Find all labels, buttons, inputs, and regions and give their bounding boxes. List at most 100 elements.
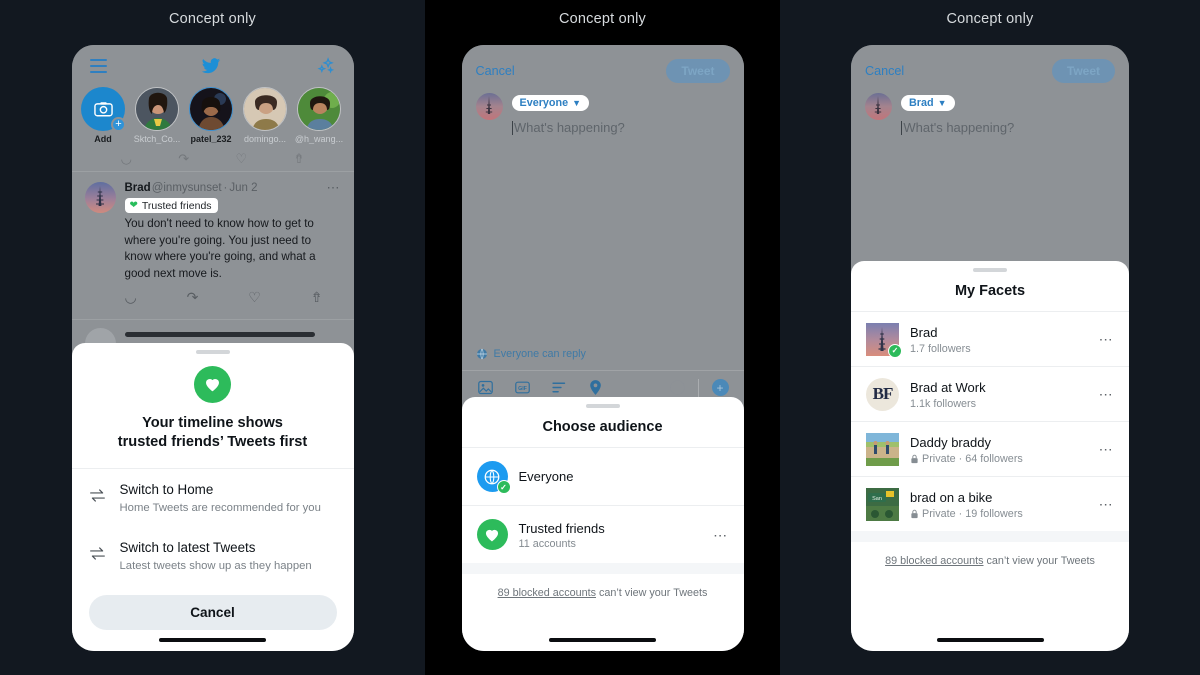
- retweet-icon[interactable]: ↷: [187, 289, 199, 306]
- tweet-author-handle[interactable]: @inmysunset: [152, 182, 222, 194]
- location-icon[interactable]: [588, 379, 603, 396]
- tweet-date[interactable]: Jun 2: [229, 182, 257, 194]
- more-horizontal-icon[interactable]: ⋯: [1099, 442, 1114, 456]
- compose-placeholder: What's happening?: [513, 120, 625, 135]
- compose-input[interactable]: What's happening?: [511, 120, 730, 135]
- more-horizontal-icon[interactable]: ⋯: [713, 528, 728, 542]
- more-horizontal-icon[interactable]: ⋯: [327, 181, 341, 194]
- svg-text:GIF: GIF: [518, 386, 528, 392]
- composer-fields: Everyone ▼ What's happening?: [511, 93, 730, 135]
- sheet-band: [851, 531, 1129, 542]
- facet-row-daddy-braddy[interactable]: Daddy braddy Private · 64 followers ⋯: [851, 422, 1129, 476]
- facet-row-brad[interactable]: ✓ Brad 1.7 followers ⋯: [851, 312, 1129, 366]
- avatar: [189, 87, 233, 131]
- chevron-down-icon: ▼: [572, 98, 582, 108]
- switch-to-home-option[interactable]: Switch to Home Home Tweets are recommend…: [72, 469, 354, 527]
- compose-input[interactable]: What's happening?: [901, 120, 1115, 135]
- facet-row-text: brad on a bike Private · 19 followers: [910, 489, 1023, 520]
- story-item-4[interactable]: @h_wang...: [294, 87, 345, 144]
- blocked-accounts-link[interactable]: 89 blocked accounts: [498, 587, 596, 599]
- audience-row-everyone[interactable]: ✓ Everyone: [462, 448, 744, 505]
- like-icon[interactable]: ♡: [248, 289, 261, 306]
- reply-icon[interactable]: ◡: [121, 152, 132, 165]
- photo-sign-icon: San: [866, 487, 899, 521]
- badge-label: Trusted friends: [141, 199, 212, 212]
- gif-icon[interactable]: GIF: [514, 379, 531, 396]
- tweet-card[interactable]: Brad @inmysunset · Jun 2 ⋯ ❤ Trusted fri…: [72, 172, 354, 310]
- avatar[interactable]: [84, 182, 116, 213]
- audience-row-trusted-friends[interactable]: Trusted friends 11 accounts ⋯: [462, 506, 744, 563]
- tweet-author-name[interactable]: Brad: [125, 182, 151, 194]
- reply-icon[interactable]: ◡: [125, 289, 137, 306]
- avatar[interactable]: [475, 93, 503, 120]
- facet-subtitle-text: Private · 19 followers: [922, 507, 1023, 520]
- retweet-icon[interactable]: ↷: [178, 152, 189, 165]
- camera-icon[interactable]: +: [81, 87, 126, 132]
- poll-icon[interactable]: [551, 379, 568, 396]
- facet-row-brad-at-work[interactable]: BF Brad at Work 1.1k followers ⋯: [851, 367, 1129, 421]
- twitter-bird-icon[interactable]: [199, 56, 223, 76]
- audience-name: Everyone: [518, 469, 574, 484]
- more-horizontal-icon[interactable]: ⋯: [1099, 332, 1114, 346]
- phone-mockup-3: Cancel Tweet Brad ▼ What's happening? My…: [851, 45, 1129, 651]
- more-horizontal-icon[interactable]: ⋯: [1099, 387, 1114, 401]
- partial-tweet-actions: ◡ ↷ ♡ ⇮: [72, 152, 354, 167]
- avatar[interactable]: [865, 93, 892, 120]
- story-add[interactable]: + Add: [78, 87, 129, 144]
- facet-name: brad on a bike: [910, 489, 993, 505]
- cancel-link[interactable]: Cancel: [476, 64, 515, 78]
- composer-body: Brad ▼ What's happening?: [851, 83, 1129, 135]
- like-icon[interactable]: ♡: [235, 152, 247, 165]
- sheet-title: My Facets: [954, 283, 1026, 299]
- story-label-4: @h_wang...: [294, 134, 344, 144]
- reply-permission-row[interactable]: Everyone can reply: [462, 348, 744, 360]
- concept-label-2: Concept only: [558, 11, 647, 27]
- plus-circle-icon[interactable]: +: [711, 379, 729, 396]
- cancel-button[interactable]: Cancel: [88, 595, 337, 630]
- tweet-button[interactable]: Tweet: [1051, 59, 1115, 83]
- avatar-image: [475, 93, 503, 120]
- audience-subtitle: 11 accounts: [518, 537, 576, 550]
- sparkle-icon[interactable]: [316, 56, 336, 76]
- story-label-0: Add: [94, 134, 112, 144]
- status-badge: ❤ Trusted friends: [124, 198, 218, 213]
- avatar: [243, 87, 287, 131]
- facet-row-brad-on-a-bike[interactable]: San brad on a bike: [851, 477, 1129, 531]
- tweet-button[interactable]: Tweet: [666, 59, 730, 83]
- story-item-1[interactable]: Sktch_Co...: [132, 87, 183, 144]
- image-icon[interactable]: [477, 379, 494, 396]
- blocked-note-rest: can’t view your Tweets: [983, 555, 1095, 567]
- story-label-1: Sktch_Co...: [133, 134, 181, 144]
- timeline-topbar: [72, 45, 354, 87]
- share-icon[interactable]: ⇮: [311, 289, 323, 306]
- phone-mockup-2: Cancel Tweet Everyone ▼ What's happening…: [461, 45, 744, 651]
- avatar-image: [865, 93, 892, 120]
- heart-icon: [476, 519, 508, 550]
- avatar: ✓: [866, 322, 902, 358]
- hamburger-icon[interactable]: [89, 58, 107, 74]
- avatar-image: [866, 432, 899, 470]
- progress-ring-icon: [669, 380, 685, 395]
- lock-icon: [911, 509, 918, 518]
- stories-row[interactable]: + Add Sktch_Co... patel_232 domingo... @…: [72, 87, 354, 153]
- sheet-title-line1: Your timeline shows: [142, 415, 283, 431]
- panel-timeline: Concept only + Add Sktch_Co... patel_232…: [0, 0, 425, 675]
- composer-topbar: Cancel Tweet: [851, 45, 1129, 83]
- more-horizontal-icon[interactable]: ⋯: [1099, 497, 1114, 511]
- switch-to-latest-option[interactable]: Switch to latest Tweets Latest tweets sh…: [72, 527, 354, 585]
- sheet-footer: [72, 638, 354, 651]
- story-item-2[interactable]: patel_232: [186, 87, 237, 144]
- audience-row-text: Trusted friends 11 accounts: [519, 520, 605, 550]
- audience-selector-pill[interactable]: Everyone ▼: [511, 95, 590, 111]
- share-icon[interactable]: ⇮: [293, 152, 304, 165]
- cancel-link[interactable]: Cancel: [865, 64, 904, 78]
- facet-subtitle: Private · 19 followers: [910, 508, 1023, 520]
- avatar: [866, 432, 899, 466]
- blocked-accounts-link[interactable]: 89 blocked accounts: [885, 555, 983, 567]
- plus-badge-icon: +: [111, 117, 126, 132]
- sheet-title: Choose audience: [542, 419, 663, 435]
- sheet-band: [461, 563, 744, 574]
- audience-selector-pill[interactable]: Brad ▼: [901, 95, 955, 111]
- story-item-3[interactable]: domingo...: [240, 87, 291, 144]
- sheet-title-line2: trusted friends’ Tweets first: [117, 434, 308, 450]
